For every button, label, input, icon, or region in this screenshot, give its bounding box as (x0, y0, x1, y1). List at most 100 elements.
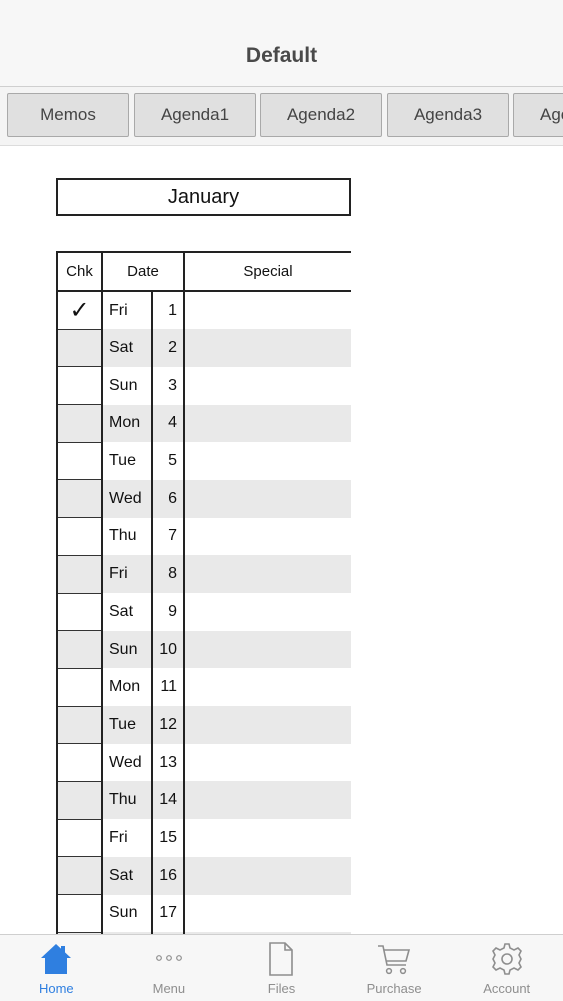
tab-account[interactable]: Account (450, 935, 563, 1001)
cart-icon (378, 945, 411, 975)
day-cell: Sun (101, 630, 152, 669)
tab-purchase-label: Purchase (366, 981, 422, 996)
special-cell[interactable] (183, 329, 351, 367)
check-cell[interactable] (56, 856, 103, 895)
day-cell: Fri (101, 555, 152, 593)
special-cell[interactable] (183, 856, 351, 895)
more-icon (155, 955, 182, 961)
table-row[interactable]: Sun 3 (56, 366, 351, 406)
check-cell[interactable] (56, 366, 103, 406)
day-cell: Thu (101, 517, 152, 556)
tab-files[interactable]: Files (225, 935, 338, 1001)
special-cell[interactable] (183, 479, 351, 518)
day-cell: Wed (101, 743, 152, 782)
tab-strip[interactable]: Memos Agenda1 Agenda2 Agenda3 Agenda4 (0, 87, 563, 146)
table-row[interactable]: ✓ Fri 1 (56, 291, 351, 330)
special-cell[interactable] (183, 819, 351, 857)
table-row[interactable]: Sun 17 (56, 894, 351, 933)
tab-agenda3[interactable]: Agenda3 (387, 93, 509, 137)
special-cell[interactable] (183, 668, 351, 707)
special-cell[interactable] (183, 517, 351, 556)
tab-bar: Home Menu Files Purchase Account (0, 934, 563, 1001)
table-row[interactable]: Wed 6 (56, 479, 351, 519)
table-row[interactable]: Sat 16 (56, 856, 351, 895)
gear-icon (491, 943, 522, 975)
tab-home-label: Home (38, 981, 74, 996)
date-number-cell: 10 (151, 630, 184, 669)
special-cell[interactable] (183, 781, 351, 820)
special-cell[interactable] (183, 442, 351, 480)
chk-header: Chk (56, 251, 103, 292)
agenda-table-container[interactable]: Chk Date Special ✓ Fri 1 Sat 2 Sun 3 Mon 4 Tue 5 We… (56, 251, 351, 934)
home-icon (41, 944, 72, 974)
special-cell[interactable] (183, 630, 351, 669)
date-number-cell: 3 (151, 366, 184, 405)
date-number-cell: 13 (151, 743, 184, 782)
table-row[interactable]: Sun 10 (56, 630, 351, 669)
table-row[interactable]: Mon 4 (56, 404, 351, 443)
table-row[interactable]: Wed 13 (56, 743, 351, 782)
check-cell[interactable] (56, 630, 103, 669)
special-header: Special (183, 251, 351, 292)
day-cell: Sat (101, 856, 152, 895)
date-number-cell: 6 (151, 479, 184, 518)
day-cell: Fri (101, 819, 152, 857)
table-row[interactable]: Fri 8 (56, 555, 351, 594)
date-number-cell: 2 (151, 329, 184, 367)
special-cell[interactable] (183, 743, 351, 782)
special-cell[interactable] (183, 593, 351, 631)
check-cell[interactable] (56, 442, 103, 481)
table-row[interactable]: Mon 11 (56, 668, 351, 707)
check-cell[interactable] (56, 517, 103, 556)
table-row[interactable]: Thu 14 (56, 781, 351, 820)
check-cell[interactable] (56, 329, 103, 368)
day-cell: Mon (101, 668, 152, 707)
tab-files-label: Files (267, 981, 296, 996)
tab-agenda2[interactable]: Agenda2 (260, 93, 382, 137)
date-number-cell: 7 (151, 517, 184, 556)
date-number-cell: 14 (151, 781, 184, 820)
special-cell[interactable] (183, 555, 351, 593)
day-cell: Sun (101, 366, 152, 405)
day-cell: Tue (101, 706, 152, 744)
check-cell[interactable] (56, 894, 103, 933)
check-cell[interactable] (56, 593, 103, 632)
tab-menu[interactable]: Menu (113, 935, 226, 1001)
day-cell: Sat (101, 329, 152, 367)
tab-agenda1[interactable]: Agenda1 (134, 93, 256, 137)
check-cell[interactable] (56, 819, 103, 858)
special-cell[interactable] (183, 706, 351, 744)
date-number-cell: 12 (151, 706, 184, 744)
check-cell[interactable] (56, 781, 103, 820)
date-number-cell: 5 (151, 442, 184, 480)
special-cell[interactable] (183, 366, 351, 405)
tab-menu-label: Menu (152, 981, 186, 996)
tab-agenda4[interactable]: Agenda4 (513, 93, 563, 137)
special-cell[interactable] (183, 291, 351, 330)
check-cell[interactable]: ✓ (56, 291, 103, 330)
tab-memos[interactable]: Memos (7, 93, 129, 137)
day-cell: Mon (101, 404, 152, 443)
month-title[interactable]: January (56, 178, 351, 216)
table-row[interactable]: Fri 15 (56, 819, 351, 858)
table-row[interactable]: Tue 12 (56, 706, 351, 745)
table-row[interactable]: Tue 5 (56, 442, 351, 481)
page-title: Default (245, 44, 318, 67)
tab-home[interactable]: Home (0, 935, 113, 1001)
table-row[interactable]: Sat 9 (56, 593, 351, 632)
file-icon (269, 942, 294, 976)
day-cell: Fri (101, 291, 152, 330)
check-cell[interactable] (56, 404, 103, 443)
check-cell[interactable] (56, 706, 103, 745)
special-cell[interactable] (183, 404, 351, 443)
navigation-bar: Default (0, 0, 563, 87)
day-cell: Thu (101, 781, 152, 820)
check-cell[interactable] (56, 479, 103, 519)
check-cell[interactable] (56, 555, 103, 594)
table-row[interactable]: Thu 7 (56, 517, 351, 556)
special-cell[interactable] (183, 894, 351, 933)
table-row[interactable]: Sat 2 (56, 329, 351, 368)
check-cell[interactable] (56, 743, 103, 782)
tab-purchase[interactable]: Purchase (338, 935, 451, 1001)
check-cell[interactable] (56, 668, 103, 707)
